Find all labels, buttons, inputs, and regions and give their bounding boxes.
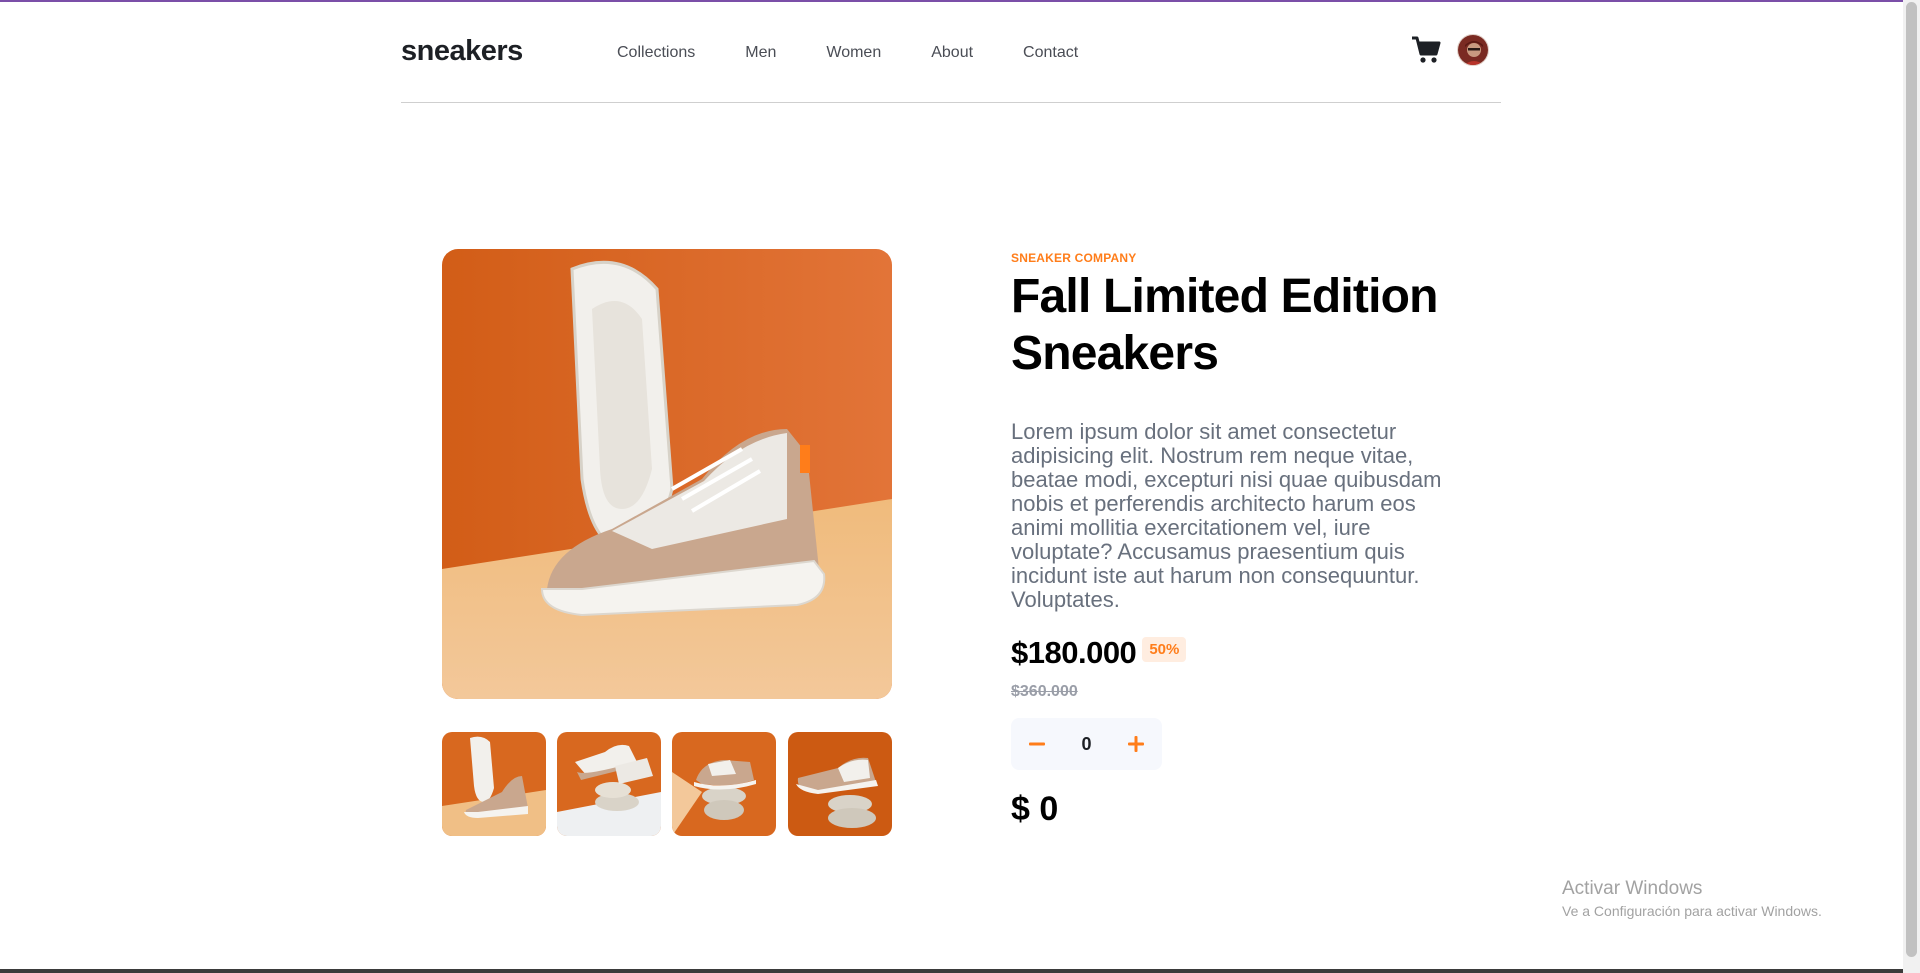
vertical-scrollbar[interactable]	[1903, 0, 1920, 973]
main-nav: Collections Men Women About Contact	[617, 44, 1128, 62]
thumbnail-3[interactable]	[672, 732, 776, 836]
site-header: sneakers Collections Men Women About Con…	[401, 0, 1501, 103]
thumbnail-2[interactable]	[557, 732, 661, 836]
nav-contact[interactable]: Contact	[1023, 44, 1078, 62]
minus-button[interactable]	[1027, 734, 1047, 754]
nav-collections[interactable]: Collections	[617, 44, 695, 62]
windows-activation-subtitle: Ve a Configuración para activar Windows.	[1562, 903, 1822, 919]
plus-icon	[1127, 736, 1144, 752]
plus-button[interactable]	[1126, 734, 1146, 754]
thumbnail-strip	[442, 732, 892, 836]
logo[interactable]: sneakers	[401, 35, 523, 68]
current-price: $180.000	[1011, 635, 1137, 670]
discount-badge: 50%	[1142, 636, 1187, 662]
windows-activation-title: Activar Windows	[1562, 878, 1703, 899]
nav-about[interactable]: About	[931, 44, 973, 62]
nav-men[interactable]: Men	[745, 44, 776, 62]
product-title: Fall Limited Edition Sneakers	[1011, 270, 1438, 380]
quantity-value: 0	[1081, 733, 1092, 754]
nav-women[interactable]: Women	[826, 44, 881, 62]
cart-icon[interactable]	[1411, 36, 1441, 64]
avatar[interactable]	[1457, 34, 1489, 66]
minus-icon	[1029, 742, 1045, 746]
total-price: $ 0	[1011, 790, 1059, 828]
product-description: Lorem ipsum dolor sit amet consectetur a…	[1011, 419, 1442, 612]
scrollbar-thumb[interactable]	[1906, 2, 1917, 957]
thumbnail-4[interactable]	[788, 732, 892, 836]
price-row: $180.000 50%	[1011, 635, 1187, 671]
taskbar-edge	[0, 969, 1903, 973]
original-price: $360.000	[1011, 683, 1078, 700]
product-main-image[interactable]	[442, 249, 892, 699]
thumbnail-1[interactable]	[442, 732, 546, 836]
company-label: SNEAKER COMPANY	[1011, 251, 1137, 265]
quantity-stepper: 0	[1011, 718, 1162, 770]
